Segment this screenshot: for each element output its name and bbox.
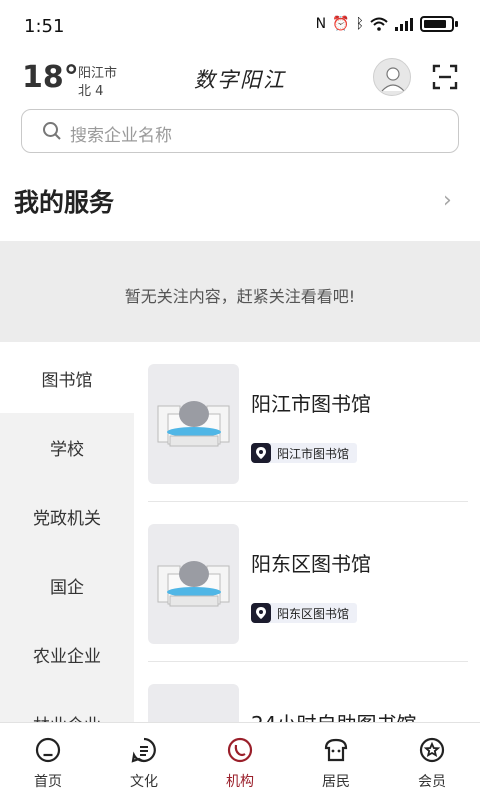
library-thumbnail <box>148 524 239 644</box>
search-placeholder: 搜索企业名称 <box>70 126 172 146</box>
tag-label: 阳江市图书馆 <box>277 446 350 461</box>
location-tag: 阳东区图书馆 <box>251 603 358 623</box>
nav-resident[interactable]: 居民 <box>288 723 384 800</box>
nav-label: 会员 <box>418 774 446 790</box>
wifi-icon <box>370 17 388 31</box>
sidebar-item-government[interactable]: 党政机关 <box>0 482 134 551</box>
library-thumbnail <box>148 684 239 722</box>
location-pin-icon <box>251 443 271 463</box>
nav-label: 机构 <box>226 774 254 790</box>
list-item[interactable]: 24小时自助图书馆 <box>148 664 468 722</box>
nav-label: 文化 <box>130 774 158 790</box>
status-icons: N ⏰ ᛒ <box>316 16 458 32</box>
search-icon <box>43 122 61 140</box>
culture-icon <box>131 737 156 763</box>
status-bar: 1:51 N ⏰ ᛒ <box>0 0 480 52</box>
my-services-title: 我的服务 <box>14 188 115 217</box>
library-building-icon <box>157 401 230 447</box>
nav-label: 首页 <box>34 774 62 790</box>
sidebar-item-agriculture[interactable]: 农业企业 <box>0 620 134 689</box>
member-icon <box>419 737 445 763</box>
scan-icon[interactable] <box>432 64 458 90</box>
chevron-right-icon[interactable]: › <box>443 188 452 213</box>
empty-state-text: 暂无关注内容，赶紧关注看看吧! <box>124 287 356 306</box>
signal-icon <box>395 18 413 31</box>
status-time: 1:51 <box>24 16 65 37</box>
institution-list: 阳江市图书馆 阳江市图书馆 阳东区图书馆 阳东区图书馆 <box>134 344 480 722</box>
bluetooth-icon: ᛒ <box>355 16 364 32</box>
header: 18° 阳江市 北 4 数字阳江 <box>0 52 480 104</box>
list-item[interactable]: 阳江市图书馆 阳江市图书馆 <box>148 344 468 502</box>
bottom-nav: 首页 文化 机构 居民 会员 <box>0 722 480 800</box>
institution-title: 阳东区图书馆 <box>251 552 371 576</box>
divider <box>148 661 468 662</box>
sidebar-item-school[interactable]: 学校 <box>0 413 134 482</box>
avatar[interactable] <box>373 58 411 96</box>
sidebar-item-forestry[interactable]: 林业企业 <box>0 689 134 722</box>
alarm-icon: ⏰ <box>332 16 350 32</box>
library-thumbnail <box>148 364 239 484</box>
library-building-icon <box>157 561 230 607</box>
services-empty-panel: 暂无关注内容，赶紧关注看看吧! <box>0 241 480 342</box>
tag-label: 阳东区图书馆 <box>277 606 350 621</box>
sidebar-item-library[interactable]: 图书馆 <box>0 344 134 413</box>
divider <box>148 501 468 502</box>
home-icon <box>35 737 61 763</box>
category-sidebar: 图书馆 学校 党政机关 国企 农业企业 林业企业 <box>0 344 134 722</box>
nav-label: 居民 <box>322 774 350 790</box>
nfc-icon: N <box>315 16 327 32</box>
institution-title: 阳江市图书馆 <box>251 392 371 416</box>
battery-icon <box>420 16 454 32</box>
search-input[interactable]: 搜索企业名称 <box>21 109 459 153</box>
location-pin-icon <box>251 603 271 623</box>
resident-icon <box>324 738 348 762</box>
institution-icon <box>227 737 253 763</box>
nav-culture[interactable]: 文化 <box>96 723 192 800</box>
list-item[interactable]: 阳东区图书馆 阳东区图书馆 <box>148 504 468 662</box>
nav-member[interactable]: 会员 <box>384 723 480 800</box>
nav-institution[interactable]: 机构 <box>192 723 288 800</box>
institution-title: 24小时自助图书馆 <box>251 708 416 722</box>
sidebar-item-state-enterprise[interactable]: 国企 <box>0 551 134 620</box>
location-tag: 阳江市图书馆 <box>251 443 358 463</box>
nav-home[interactable]: 首页 <box>0 723 96 800</box>
